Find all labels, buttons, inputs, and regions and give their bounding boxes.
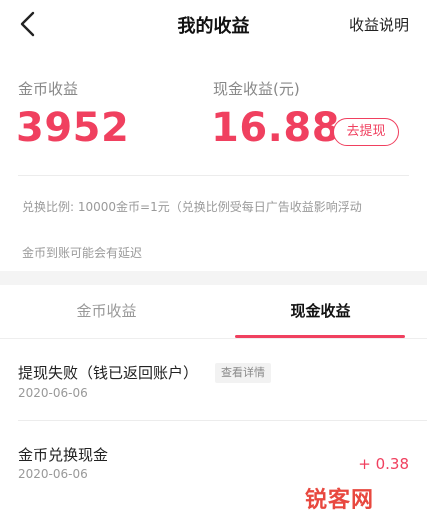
section-gap <box>0 271 427 285</box>
watermark-logo: 锐客网 <box>305 487 375 513</box>
record-amount: + 0.38 <box>358 455 409 473</box>
record-title: 金币兑换现金 <box>18 446 109 464</box>
withdraw-button[interactable]: 去提现 <box>333 118 399 146</box>
view-details-button[interactable]: 查看详情 <box>215 363 271 383</box>
tabs-divider <box>0 338 427 339</box>
cash-earnings-label: 现金收益(元) <box>213 80 300 98</box>
summary-divider <box>18 175 409 176</box>
coin-earnings-label: 金币收益 <box>18 80 79 98</box>
delay-note: 金币到账可能会有延迟 <box>22 246 143 260</box>
record-date: 2020-06-06 <box>18 467 88 481</box>
exchange-rate-note: 兑换比例: 10000金币=1元（兑换比例受每日广告收益影响浮动 <box>22 200 362 214</box>
top-nav-bar: 我的收益 收益说明 <box>0 0 427 50</box>
tab-cash-earnings[interactable]: 现金收益 <box>214 300 427 321</box>
coin-earnings-value: 3952 <box>16 105 130 151</box>
record-divider <box>18 420 427 421</box>
tab-coin-earnings[interactable]: 金币收益 <box>0 300 213 321</box>
cash-earnings-value: 16.88 <box>211 105 341 151</box>
earnings-page: 我的收益 收益说明 金币收益 3952 现金收益(元) 16.88 去提现 兑换… <box>0 0 427 523</box>
record-date: 2020-06-06 <box>18 386 88 400</box>
record-title: 提现失败（钱已返回账户） <box>18 364 199 382</box>
earnings-explanation-link[interactable]: 收益说明 <box>349 14 409 35</box>
